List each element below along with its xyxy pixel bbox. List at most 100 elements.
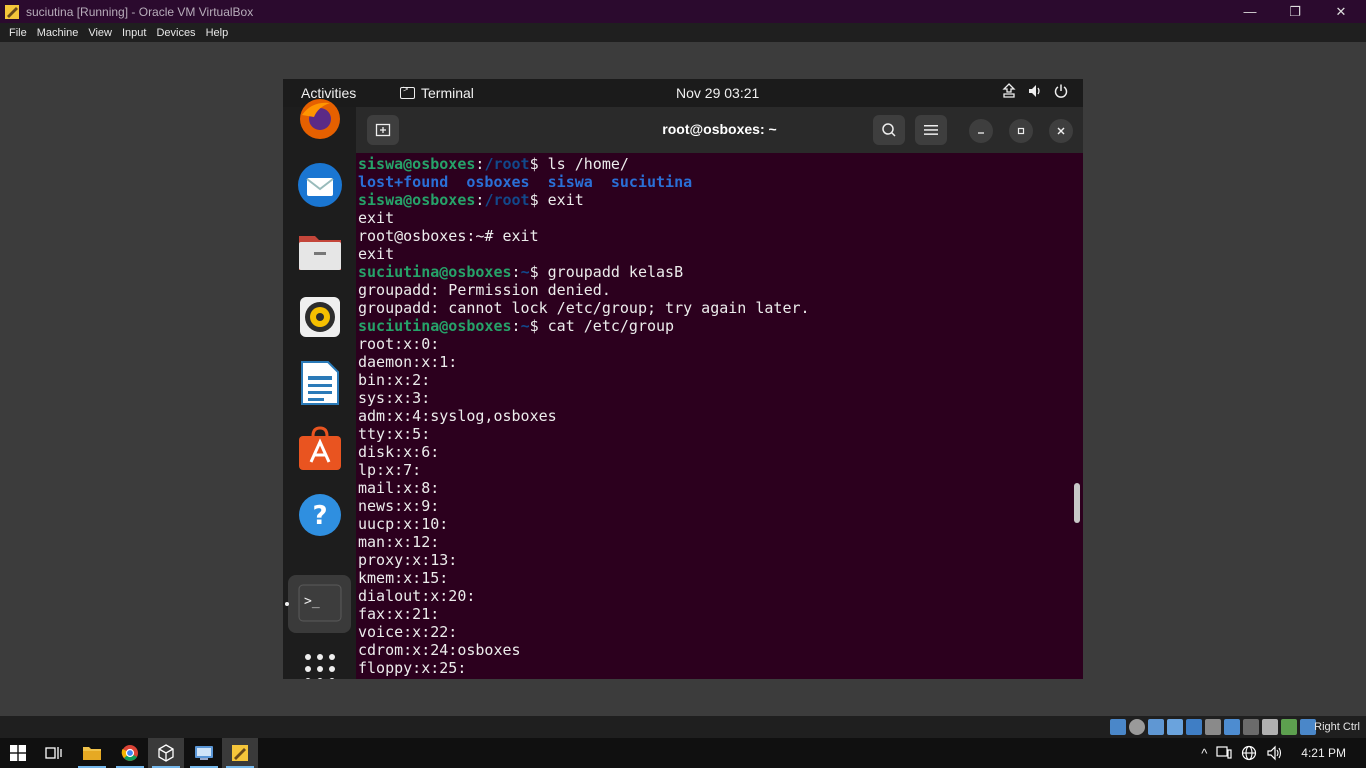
terminal-line: groupadd: cannot lock /etc/group; try ag… — [358, 299, 810, 317]
clock[interactable]: Nov 29 03:21 — [676, 85, 759, 101]
thunderbird-icon[interactable] — [296, 161, 344, 209]
terminal-text: lp:x:7: — [358, 461, 422, 479]
start-button[interactable] — [0, 738, 36, 768]
terminal-line: lp:x:7: — [358, 461, 810, 479]
speaker-icon[interactable] — [1266, 745, 1284, 761]
hdd-icon[interactable] — [1110, 719, 1126, 735]
terminal-line: root@osboxes:~# exit — [358, 227, 810, 245]
terminal-text: groupadd: cannot lock /etc/group; try ag… — [358, 299, 810, 317]
terminal-close-button[interactable] — [1049, 119, 1073, 143]
svg-text:?: ? — [312, 501, 327, 531]
software-center-icon[interactable] — [296, 425, 344, 473]
terminal-text: dialout:x:20: — [358, 587, 476, 605]
show-apps-icon[interactable] — [296, 645, 344, 679]
menu-machine[interactable]: Machine — [32, 27, 84, 39]
terminal-icon[interactable]: >_ — [296, 579, 344, 627]
windows-taskbar: ^ 4:21 PM — [0, 738, 1366, 768]
terminal-line: sys:x:3: — [358, 389, 810, 407]
files-icon[interactable] — [296, 227, 344, 275]
usb-icon[interactable] — [1186, 719, 1202, 735]
taskbar-virtualbox-vm[interactable] — [222, 738, 258, 768]
terminal-text: root:x:0: — [358, 335, 440, 353]
terminal-scrollbar[interactable] — [1074, 483, 1080, 523]
menubar: File Machine View Input Devices Help — [0, 23, 1366, 42]
terminal-text: siswa@osboxes — [358, 155, 476, 173]
libreoffice-writer-icon[interactable] — [296, 359, 344, 407]
cpu-icon[interactable] — [1262, 719, 1278, 735]
terminal-text: daemon:x:1: — [358, 353, 458, 371]
shared-folders-icon[interactable] — [1205, 719, 1221, 735]
terminal-line: suciutina@osboxes:~$ cat /etc/group — [358, 317, 810, 335]
terminal-line: mail:x:8: — [358, 479, 810, 497]
network-adapter-icon[interactable] — [1167, 719, 1183, 735]
terminal-line: lost+found osboxes siswa suciutina — [358, 173, 810, 191]
menu-file[interactable]: File — [4, 27, 32, 39]
terminal-minimize-button[interactable] — [969, 119, 993, 143]
menu-view[interactable]: View — [83, 27, 117, 39]
taskbar-display-app[interactable] — [186, 738, 222, 768]
close-button[interactable]: ✕ — [1318, 0, 1364, 23]
guest-additions-icon[interactable] — [1281, 719, 1297, 735]
terminal-line: proxy:x:13: — [358, 551, 810, 569]
recording-icon[interactable] — [1243, 719, 1259, 735]
virtualbox-manager-icon — [158, 744, 174, 762]
terminal-text: /root — [484, 155, 530, 173]
terminal-line: disk:x:6: — [358, 443, 810, 461]
terminal-text: suciutina@osboxes — [358, 317, 512, 335]
guest-screen[interactable]: Activities Terminal Nov 29 03:21 — [283, 79, 1083, 679]
menu-input[interactable]: Input — [117, 27, 151, 39]
terminal-text: exit — [358, 209, 395, 227]
taskbar-virtualbox-manager[interactable] — [148, 738, 184, 768]
maximize-button[interactable]: ❐ — [1272, 0, 1318, 23]
terminal-text: news:x:9: — [358, 497, 440, 515]
terminal-line: exit — [358, 245, 810, 263]
menu-button[interactable] — [915, 115, 947, 145]
task-view-button[interactable] — [36, 738, 72, 768]
close-icon — [1057, 127, 1065, 135]
terminal-text: suciutina@osboxes — [358, 263, 512, 281]
menu-devices[interactable]: Devices — [151, 27, 200, 39]
terminal-line: siswa@osboxes:/root$ ls /home/ — [358, 155, 810, 173]
terminal-text: root@osboxes:~# exit — [358, 227, 539, 245]
taskbar-clock[interactable]: 4:21 PM — [1301, 746, 1346, 760]
minimize-button[interactable]: — — [1227, 0, 1273, 23]
terminal-line: daemon:x:1: — [358, 353, 810, 371]
terminal-line: tty:x:5: — [358, 425, 810, 443]
device-icon[interactable] — [1216, 746, 1232, 760]
file-explorer-icon — [83, 747, 101, 760]
display-icon[interactable] — [1224, 719, 1240, 735]
terminal-text: proxy:x:13: — [358, 551, 458, 569]
menu-help[interactable]: Help — [201, 27, 234, 39]
optical-drive-icon[interactable] — [1129, 719, 1145, 735]
system-tray[interactable] — [1001, 83, 1069, 99]
virtualbox-app-icon — [5, 4, 19, 19]
terminal-text: $ exit — [529, 191, 584, 209]
help-icon[interactable]: ? — [296, 491, 344, 539]
gnome-top-bar: Activities Terminal Nov 29 03:21 — [283, 79, 1083, 107]
firefox-icon[interactable] — [296, 95, 344, 143]
globe-icon[interactable] — [1241, 745, 1257, 761]
terminal-text: mail:x:8: — [358, 479, 440, 497]
terminal-output[interactable]: siswa@osboxes:/root$ ls /home/lost+found… — [356, 153, 1083, 679]
terminal-text: voice:x:22: — [358, 623, 458, 641]
terminal-line: fax:x:21: — [358, 605, 810, 623]
search-button[interactable] — [873, 115, 905, 145]
terminal-text: man:x:12: — [358, 533, 440, 551]
terminal-text: $ ls /home/ — [529, 155, 629, 173]
app-menu-terminal[interactable]: Terminal — [400, 84, 474, 101]
audio-icon[interactable] — [1148, 719, 1164, 735]
terminal-text: tty:x:5: — [358, 425, 431, 443]
task-view-icon — [45, 747, 62, 759]
terminal-text: $ cat /etc/group — [529, 317, 675, 335]
rhythmbox-icon[interactable] — [296, 293, 344, 341]
taskbar-chrome[interactable] — [112, 738, 148, 768]
terminal-line: uucp:x:10: — [358, 515, 810, 533]
tray-overflow-icon[interactable]: ^ — [1201, 746, 1207, 761]
terminal-restore-button[interactable] — [1009, 119, 1033, 143]
taskbar-file-explorer[interactable] — [74, 738, 110, 768]
terminal-line: suciutina@osboxes:~$ groupadd kelasB — [358, 263, 810, 281]
search-icon — [882, 123, 896, 137]
vbox-device-icons — [1110, 719, 1316, 735]
terminal-line: cdrom:x:24:osboxes — [358, 641, 810, 659]
terminal-line: man:x:12: — [358, 533, 810, 551]
